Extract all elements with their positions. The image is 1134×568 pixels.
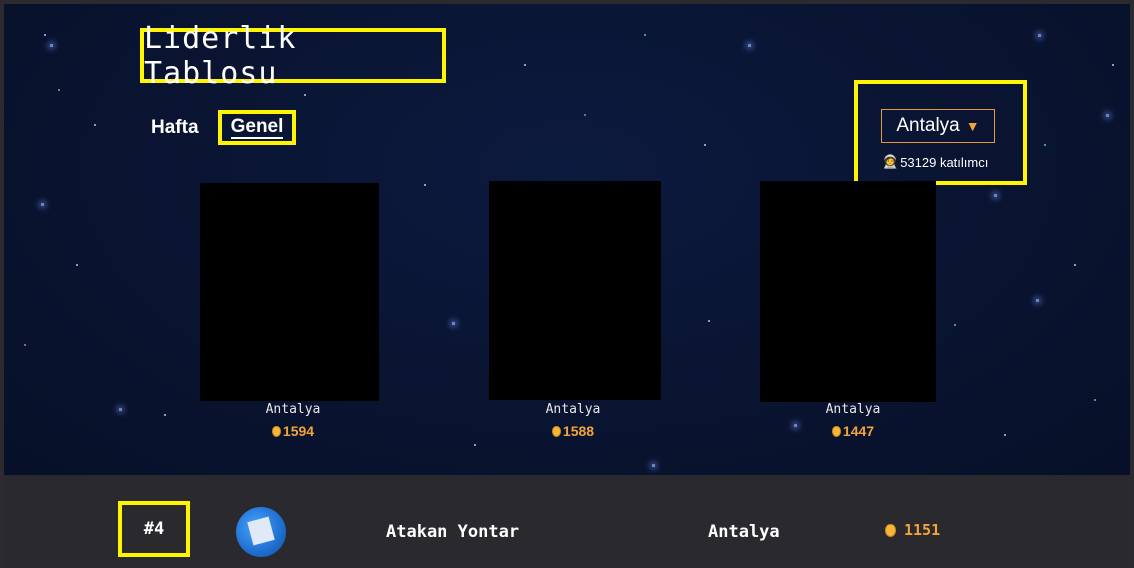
podium-image-3[interactable]	[760, 181, 936, 402]
coin-icon	[831, 425, 841, 437]
participants-text: 53129 katılımcı	[900, 154, 989, 170]
podium-score-3: 1447	[783, 423, 923, 439]
player-city: Antalya	[708, 522, 780, 542]
page-title-box: Liderlik Tablosu	[140, 21, 446, 91]
player-score-value: 1151	[904, 521, 941, 539]
coin-icon	[271, 425, 281, 437]
podium-image-1[interactable]	[200, 183, 379, 401]
film-icon	[247, 516, 275, 546]
astronaut-icon: 🧑‍🚀	[882, 154, 899, 169]
podium-city-1: Antalya	[265, 402, 321, 417]
podium-image-2[interactable]	[489, 181, 661, 400]
tab-genel-box[interactable]: Genel	[218, 110, 296, 145]
caret-down-icon: ▼	[965, 118, 980, 134]
page-title: Liderlik Tablosu	[144, 20, 297, 91]
leaderboard-hero: Liderlik Tablosu Hafta Genel Antalya ▼ 🧑…	[4, 4, 1130, 475]
coin-icon	[885, 523, 896, 537]
city-select-value: Antalya	[896, 115, 960, 136]
table-row[interactable]: #4 Atakan Yontar Antalya 1151	[4, 475, 1130, 568]
podium-score-value-3: 1447	[842, 423, 875, 439]
podium-score-1: 1594	[223, 423, 363, 439]
podium-score-2: 1588	[503, 423, 643, 439]
player-name: Atakan Yontar	[386, 522, 520, 542]
avatar[interactable]	[236, 507, 286, 557]
city-select[interactable]: Antalya ▼	[881, 109, 995, 143]
rank-box: #4	[118, 501, 190, 557]
tab-genel[interactable]: Genel	[230, 116, 284, 139]
podium-score-value-2: 1588	[562, 423, 595, 439]
podium-score-value-1: 1594	[282, 423, 315, 439]
podium-city-2: Antalya	[545, 402, 601, 417]
coin-icon	[551, 425, 561, 437]
player-score: 1151	[885, 521, 940, 539]
participants-count: 🧑‍🚀 53129 katılımcı	[882, 154, 988, 170]
tab-hafta[interactable]: Hafta	[151, 117, 199, 139]
rank: #4	[143, 519, 165, 539]
city-filter-box: Antalya ▼ 🧑‍🚀 53129 katılımcı	[854, 80, 1027, 185]
podium-city-3: Antalya	[825, 402, 881, 417]
